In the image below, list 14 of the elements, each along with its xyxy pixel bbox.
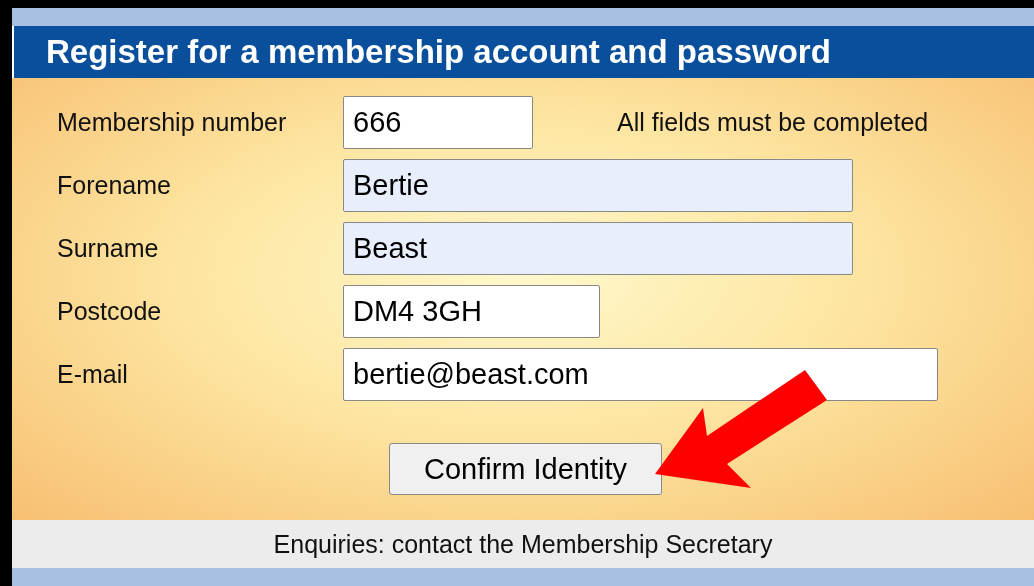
input-field[interactable]: Beast (343, 222, 853, 275)
field-label: Postcode (57, 297, 163, 326)
input-field[interactable]: bertie@beast.com (343, 348, 938, 401)
form-title: Register for a membership account and password (12, 26, 1034, 78)
footer-text: Enquiries: contact the Membership Secretary (12, 520, 1034, 568)
field-label: Forename (57, 171, 172, 200)
field-label: E-mail (57, 360, 129, 389)
required-note: All fields must be completed (617, 108, 929, 137)
input-field[interactable]: Bertie (343, 159, 853, 212)
field-label: Surname (57, 234, 160, 263)
input-field[interactable]: DM4 3GH (343, 285, 600, 338)
field-label: Membership number (57, 108, 288, 137)
input-field[interactable]: 666 (343, 96, 533, 149)
confirm-button[interactable]: Confirm Identity (389, 443, 662, 495)
